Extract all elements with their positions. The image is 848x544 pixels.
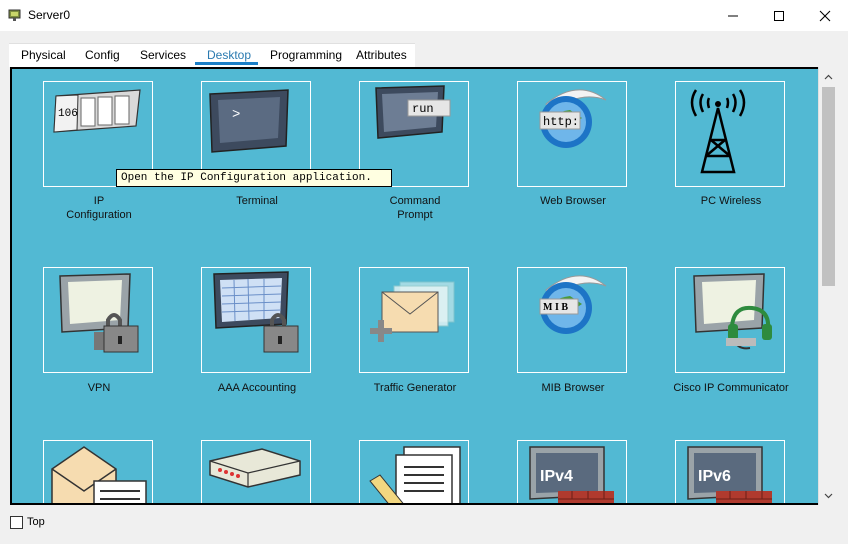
vertical-scrollbar[interactable] <box>818 67 838 505</box>
pppoe-dialer-icon <box>209 448 301 488</box>
traffic-generator-tile[interactable] <box>359 267 469 373</box>
ip-configuration-label: IP Configuration <box>66 195 132 221</box>
vpn-icon <box>59 273 139 353</box>
traffic-generator-icon <box>370 281 455 342</box>
pc-wireless-tile[interactable] <box>675 81 785 187</box>
active-tab-indicator <box>195 62 258 65</box>
terminal-label: Terminal <box>236 195 278 207</box>
ipv6-text: IPv6 <box>698 468 731 485</box>
desktop-panel: 106 > run http: IP Configuration Termina… <box>10 67 818 505</box>
tab-desktop[interactable]: Desktop <box>207 48 251 62</box>
tab-bar: Physical Config Services Desktop Program… <box>0 31 848 67</box>
run-text: run <box>412 102 434 116</box>
tab-physical[interactable]: Physical <box>21 48 66 62</box>
minimize-button[interactable] <box>710 0 756 31</box>
terminal-prompt-text: > <box>232 107 240 123</box>
traffic-generator-label: Traffic Generator <box>373 382 457 394</box>
pc-wireless-icon <box>690 89 746 174</box>
close-icon <box>819 10 831 21</box>
cisco-ip-communicator-icon <box>693 273 772 350</box>
tab-attributes[interactable]: Attributes <box>356 48 407 62</box>
minimize-icon <box>728 15 738 16</box>
web-browser-label: Web Browser <box>540 195 606 207</box>
footer-bar <box>0 506 848 544</box>
command-prompt-label: Command Prompt <box>389 195 441 221</box>
ip-configuration-tooltip: Open the IP Configuration application. <box>116 169 392 187</box>
tab-config[interactable]: Config <box>85 48 120 62</box>
title-bar: Server0 <box>0 0 848 31</box>
http-text: http: <box>543 115 579 129</box>
tab-programming[interactable]: Programming <box>270 48 342 62</box>
app-icon <box>8 9 21 21</box>
aaa-accounting-icon <box>213 271 299 353</box>
top-checkbox[interactable] <box>10 516 23 529</box>
scroll-up-button[interactable] <box>819 68 838 85</box>
window-title: Server0 <box>28 8 71 22</box>
web-browser-icon: http: <box>539 89 607 148</box>
mib-browser-label: MIB Browser <box>541 382 605 394</box>
ip-number-text: 106 <box>58 108 78 120</box>
vpn-tile[interactable] <box>43 267 153 373</box>
ipv4-firewall-tile[interactable]: IPv4 <box>517 440 627 503</box>
email-icon <box>51 446 147 503</box>
ipv6-firewall-tile[interactable]: IPv6 <box>675 440 785 503</box>
maximize-button[interactable] <box>756 0 802 31</box>
cisco-ip-communicator-tile[interactable] <box>675 267 785 373</box>
top-checkbox-label: Top <box>27 516 45 528</box>
text-editor-tile[interactable] <box>359 440 469 503</box>
scrollbar-thumb[interactable] <box>822 87 835 286</box>
mib-browser-tile[interactable]: M I B <box>517 267 627 373</box>
chevron-down-icon <box>824 493 833 498</box>
mib-browser-icon: M I B <box>539 275 607 334</box>
cisco-ip-communicator-label: Cisco IP Communicator <box>673 382 789 394</box>
chevron-up-icon <box>824 74 833 79</box>
close-button[interactable] <box>802 0 848 31</box>
tab-services[interactable]: Services <box>140 48 186 62</box>
email-tile[interactable] <box>43 440 153 503</box>
pc-wireless-label: PC Wireless <box>700 195 762 207</box>
maximize-icon <box>774 10 784 21</box>
aaa-accounting-tile[interactable] <box>201 267 311 373</box>
mib-text: M I B <box>543 302 568 313</box>
pppoe-dialer-tile[interactable] <box>201 440 311 503</box>
ipv4-text: IPv4 <box>540 468 573 485</box>
scroll-down-button[interactable] <box>819 487 838 504</box>
ipv6-firewall-icon: IPv6 <box>687 446 772 503</box>
text-editor-icon <box>369 446 461 503</box>
ipv4-firewall-icon: IPv4 <box>529 446 614 503</box>
aaa-accounting-label: AAA Accounting <box>217 382 297 394</box>
web-browser-tile[interactable]: http: <box>517 81 627 187</box>
vpn-label: VPN <box>87 382 111 394</box>
